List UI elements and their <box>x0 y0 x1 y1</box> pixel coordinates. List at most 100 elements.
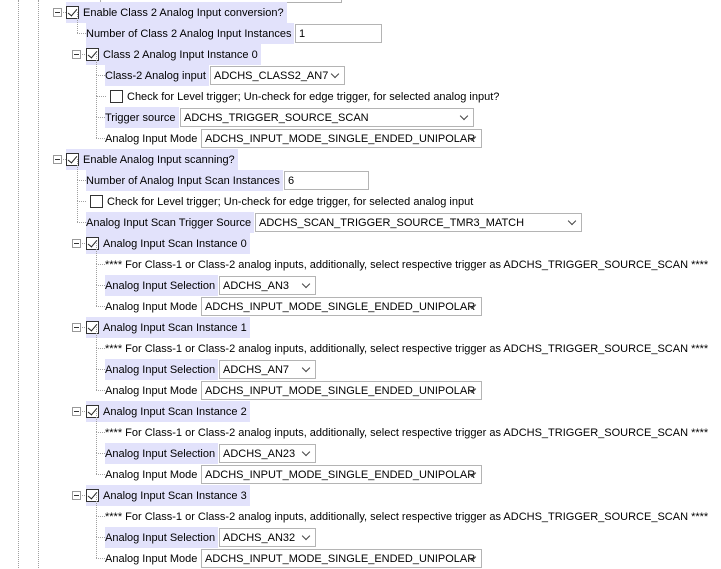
collapse-expander-icon[interactable] <box>72 407 81 416</box>
tree-connector <box>96 138 105 139</box>
dropdown-analog-input-selection[interactable]: ADCHS_AN32 <box>219 528 316 547</box>
label-text: Analog Input Mode <box>105 468 198 481</box>
input-number-of-analog-input-scan-instances[interactable]: 6 <box>284 171 369 190</box>
tree-connector <box>77 201 86 202</box>
chevron-down-icon[interactable] <box>567 216 577 226</box>
checkbox-class-2-analog-input-instance-0[interactable]: Class 2 Analog Input Instance 0 <box>86 44 261 65</box>
dropdown-analog-input-mode[interactable]: ADCHS_INPUT_MODE_SINGLE_ENDED_UNIPOLAR <box>201 297 482 316</box>
label-text: **** For Class-1 or Class-2 analog input… <box>105 342 709 355</box>
tree-connector <box>96 96 106 97</box>
checkbox-label: Analog Input Scan Instance 1 <box>103 321 247 334</box>
checkbox-icon[interactable] <box>86 48 99 61</box>
label-text: **** For Class-1 or Class-2 analog input… <box>105 258 709 271</box>
checkbox-icon[interactable] <box>86 405 99 418</box>
value-text: ADCHS_INPUT_MODE_SINGLE_ENDED_UNIPOLAR <box>205 552 476 565</box>
checkbox-enable-class-2-analog-input-conversion[interactable]: Enable Class 2 Analog Input conversion? <box>66 2 287 23</box>
chevron-down-icon[interactable] <box>459 111 469 121</box>
tree-row: Trigger source ADCHS_TRIGGER_SOURCE_SCAN <box>0 96 721 128</box>
checkbox-icon[interactable] <box>110 90 123 103</box>
dropdown-trigger-source[interactable]: ADCHS_TRIGGER_SOURCE_SCAN <box>180 108 474 127</box>
collapse-expander-icon[interactable] <box>72 491 81 500</box>
checkbox-analog-input-scan-instance-2[interactable]: Analog Input Scan Instance 2 <box>86 401 250 422</box>
chevron-down-icon[interactable] <box>301 363 311 373</box>
tree-row: Enable Analog Input scanning? <box>0 149 721 170</box>
dropdown-class-2-analog-input[interactable]: ADCHS_CLASS2_AN7 <box>210 66 345 85</box>
tree-row: Number of Analog Input Scan Instances 6 <box>0 159 721 191</box>
collapse-expander-icon[interactable] <box>53 155 62 164</box>
tree-row: Analog Input Mode ADCHS_INPUT_MODE_SINGLE… <box>0 369 721 401</box>
chevron-down-icon[interactable] <box>301 279 311 289</box>
tree-connector <box>96 285 97 306</box>
checkbox-label: Class 2 Analog Input Instance 0 <box>103 48 258 61</box>
setting-label: Analog Input Selection <box>105 527 219 548</box>
checkbox-analog-input-scan-instance-3[interactable]: Analog Input Scan Instance 3 <box>86 485 250 506</box>
tree-row: Analog Input Mode ADCHS_INPUT_MODE_SINGLE… <box>0 537 721 569</box>
tree-connector <box>96 369 105 370</box>
value-text: ADCHS_INPUT_MODE_SINGLE_ENDED_UNIPOLAR <box>205 384 476 397</box>
collapse-expander-icon[interactable] <box>72 323 81 332</box>
label-text: Analog Input Mode <box>105 384 198 397</box>
dropdown-analog-input-selection[interactable]: ADCHS_AN3 <box>219 276 316 295</box>
dropdown-analog-input-mode[interactable]: ADCHS_INPUT_MODE_SINGLE_ENDED_UNIPOLAR <box>201 549 482 568</box>
chevron-down-icon[interactable] <box>330 69 340 79</box>
tree-connector <box>96 432 97 453</box>
tree-row: Check for Level trigger; Un-check for ed… <box>0 75 721 107</box>
collapse-expander-icon[interactable] <box>72 50 81 59</box>
chevron-down-icon[interactable] <box>301 531 311 541</box>
label-text: Analog Input Mode <box>105 132 198 145</box>
checkbox-label: Enable Class 2 Analog Input conversion? <box>83 6 284 19</box>
checkbox-icon[interactable] <box>86 237 99 250</box>
dropdown-analog-input-mode[interactable]: ADCHS_INPUT_MODE_SINGLE_ENDED_UNIPOLAR <box>201 465 482 484</box>
tree-connector <box>96 474 105 475</box>
tree-row: Analog Input Scan Instance 1 <box>0 317 721 338</box>
setting-label: Analog Input Selection <box>105 275 219 296</box>
dropdown-analog-input-selection[interactable]: ADCHS_AN23 <box>219 444 316 463</box>
tree-row: Analog Input Mode ADCHS_INPUT_MODE_SINGLE… <box>0 453 721 485</box>
tree-connector <box>96 117 97 138</box>
tree-row: Number of Class 2 Analog Input Instances… <box>0 12 721 44</box>
tree-row: Analog Input Selection ADCHS_AN32 <box>0 516 721 548</box>
dropdown-analog-input-scan-trigger-source[interactable]: ADCHS_SCAN_TRIGGER_SOURCE_TMR3_MATCH <box>255 213 582 232</box>
tree-connector <box>77 180 78 201</box>
checkbox-check-for-level-trigger-un-check-for-edg[interactable]: Check for Level trigger; Un-check for ed… <box>90 191 476 212</box>
chevron-down-icon[interactable] <box>301 447 311 457</box>
dropdown-analog-input-mode[interactable]: ADCHS_INPUT_MODE_SINGLE_ENDED_UNIPOLAR <box>201 129 482 148</box>
value-text: 6 <box>288 174 295 187</box>
tree-connector <box>96 537 97 558</box>
checkbox-label: Analog Input Scan Instance 3 <box>103 489 247 502</box>
tree-connector <box>96 327 97 348</box>
tree-connector <box>96 96 97 117</box>
value-text: ADCHS_CLASS2_AN7 <box>214 69 329 82</box>
collapse-expander-icon[interactable] <box>72 239 81 248</box>
dropdown-analog-input-mode[interactable]: ADCHS_INPUT_MODE_SINGLE_ENDED_UNIPOLAR <box>201 381 482 400</box>
tree-connector <box>96 54 97 75</box>
checkbox-enable-analog-input-scanning[interactable]: Enable Analog Input scanning? <box>66 149 238 170</box>
checkbox-icon[interactable] <box>90 195 103 208</box>
tree-row: Analog Input Scan Instance 2 <box>0 401 721 422</box>
dropdown-analog-input-selection[interactable]: ADCHS_AN7 <box>219 360 316 379</box>
tree-connector <box>96 348 105 349</box>
checkbox-icon[interactable] <box>86 321 99 334</box>
setting-label: **** For Class-1 or Class-2 analog input… <box>105 506 711 527</box>
setting-label: **** For Class-1 or Class-2 analog input… <box>105 422 711 443</box>
collapse-expander-icon[interactable] <box>53 8 62 17</box>
tree-connector <box>96 516 97 537</box>
checkbox-label: Analog Input Scan Instance 0 <box>103 237 247 250</box>
setting-label: Class-2 Analog input <box>105 65 209 86</box>
tree-row: Analog Input Scan Trigger Source ADCHS_SC… <box>0 201 721 233</box>
tree-connector <box>96 264 105 265</box>
input-number-of-class-2-analog-input-instances[interactable]: 1 <box>295 24 382 43</box>
tree-connector <box>77 12 78 33</box>
tree-connector <box>96 117 105 118</box>
checkbox-check-for-level-trigger-un-check-for-edg[interactable]: Check for Level trigger; Un-check for ed… <box>110 86 502 107</box>
checkbox-analog-input-scan-instance-1[interactable]: Analog Input Scan Instance 1 <box>86 317 250 338</box>
checkbox-icon[interactable] <box>86 489 99 502</box>
setting-label: Analog Input Selection <box>105 443 219 464</box>
setting-label: Analog Input Mode <box>105 296 200 317</box>
setting-label: Analog Input Mode <box>105 380 200 401</box>
tree-connector <box>96 495 97 516</box>
value-text: ADCHS_AN32 <box>223 531 296 544</box>
setting-label: Analog Input Mode <box>105 464 200 485</box>
checkbox-analog-input-scan-instance-0[interactable]: Analog Input Scan Instance 0 <box>86 233 250 254</box>
label-text: **** For Class-1 or Class-2 analog input… <box>105 510 709 523</box>
